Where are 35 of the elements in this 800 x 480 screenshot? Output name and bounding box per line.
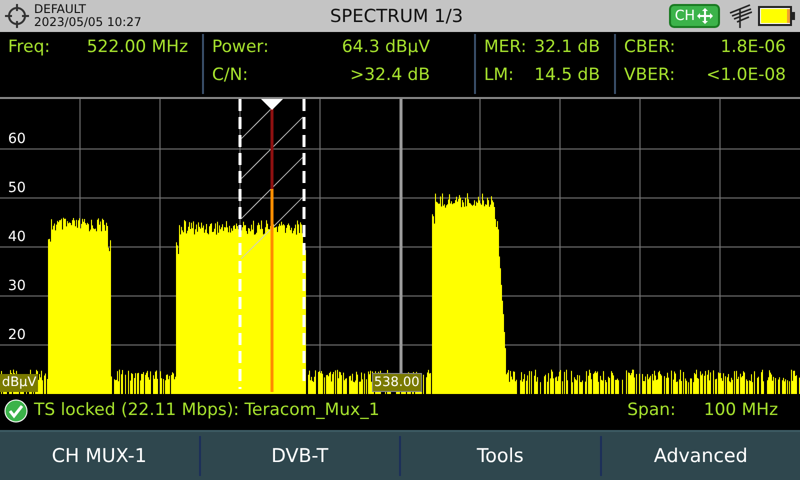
softkey-button[interactable]: Advanced	[600, 436, 800, 476]
axis-label: 60	[8, 132, 26, 146]
measurement-label: VBER:	[624, 64, 676, 88]
measurement-value: 522.00 MHz	[86, 36, 188, 60]
measurement-value: 1.8E-06	[720, 36, 786, 60]
softkey-button[interactable]: Tools	[399, 436, 600, 476]
measurement-label: MER:	[484, 36, 526, 60]
measurement-label: C/N:	[212, 64, 248, 88]
axis-label: 40	[8, 230, 26, 244]
softkey-button[interactable]: DVB-T	[198, 436, 399, 476]
unit-label: dBµV	[0, 374, 38, 392]
preset-name: DEFAULT	[34, 3, 87, 16]
lock-status: TS locked (22.11 Mbps): Teracom_Mux_1	[34, 399, 380, 422]
axis-label: 20	[8, 328, 26, 342]
span-label: Span:	[627, 399, 676, 422]
move-arrows-icon	[696, 7, 714, 25]
battery-icon	[758, 5, 796, 27]
measurement-value: 32.1 dB	[534, 36, 600, 60]
axis-label: 30	[8, 279, 26, 293]
mode-label: CH	[674, 6, 695, 26]
span-value: 100 MHz	[704, 399, 778, 422]
screen-title: SPECTRUM 1/3	[330, 4, 464, 28]
measurement-value: <1.0E-08	[706, 64, 786, 88]
measurement-label: LM:	[484, 64, 514, 88]
measurement-value: >32.4 dB	[350, 64, 431, 88]
date-time: 2023/05/05 10:27	[34, 16, 142, 29]
center-frequency: 538.00	[372, 373, 422, 392]
measurement-label: CBER:	[624, 36, 676, 60]
crosshair-icon	[4, 3, 30, 29]
softkey-button[interactable]: CH MUX-1	[0, 436, 198, 476]
measurement-label: Freq:	[8, 36, 50, 60]
measurement-value: 64.3 dBµV	[342, 36, 431, 60]
measurement-value: 14.5 dB	[534, 64, 600, 88]
axis-label: 50	[8, 181, 26, 195]
measurement-label: Power:	[212, 36, 269, 60]
